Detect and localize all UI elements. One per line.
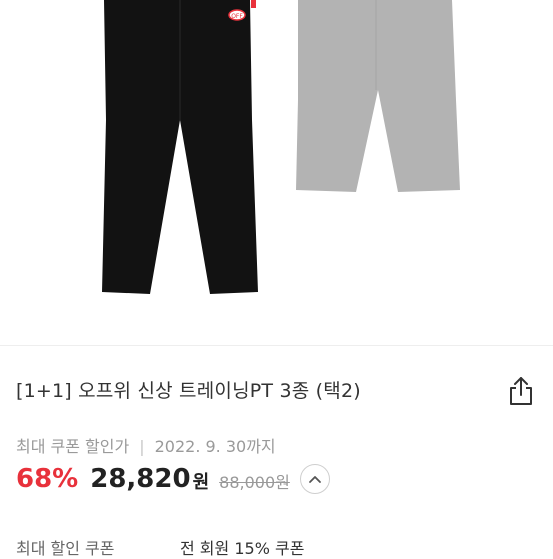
coupon-info: 최대 쿠폰 할인가 | 2022. 9. 30까지: [16, 433, 276, 457]
product-photo: OFF: [102, 0, 460, 294]
product-title: [1+1] 오프위 신상 트레이닝PT 3종 (택2): [16, 380, 361, 402]
grey-pants: [296, 0, 460, 192]
logo-patch-text: OFF: [231, 13, 243, 20]
coupon-info-separator: |: [139, 437, 145, 456]
price-row: 68% 28,820 원 88,000원: [16, 459, 330, 499]
max-coupon-row: 최대 할인 쿠폰 전 회원 15% 쿠폰: [16, 535, 553, 559]
currency-unit: 원: [192, 472, 210, 493]
coupon-info-label: 최대 쿠폰 할인가: [16, 437, 130, 456]
product-image[interactable]: OFF: [0, 0, 553, 345]
divider: [0, 345, 553, 346]
max-coupon-value: 전 회원 15% 쿠폰: [180, 539, 305, 558]
share-button[interactable]: [504, 374, 538, 408]
chevron-up-icon: [308, 476, 321, 483]
coupon-deadline: 2022. 9. 30까지: [154, 437, 276, 456]
price-detail-toggle[interactable]: [299, 464, 330, 494]
max-coupon-label: 최대 할인 쿠폰: [16, 539, 115, 558]
share-icon: [510, 377, 532, 405]
discount-rate: 68%: [16, 464, 79, 494]
sale-price: 28,820: [90, 464, 191, 494]
original-price: 88,000원: [219, 473, 290, 492]
